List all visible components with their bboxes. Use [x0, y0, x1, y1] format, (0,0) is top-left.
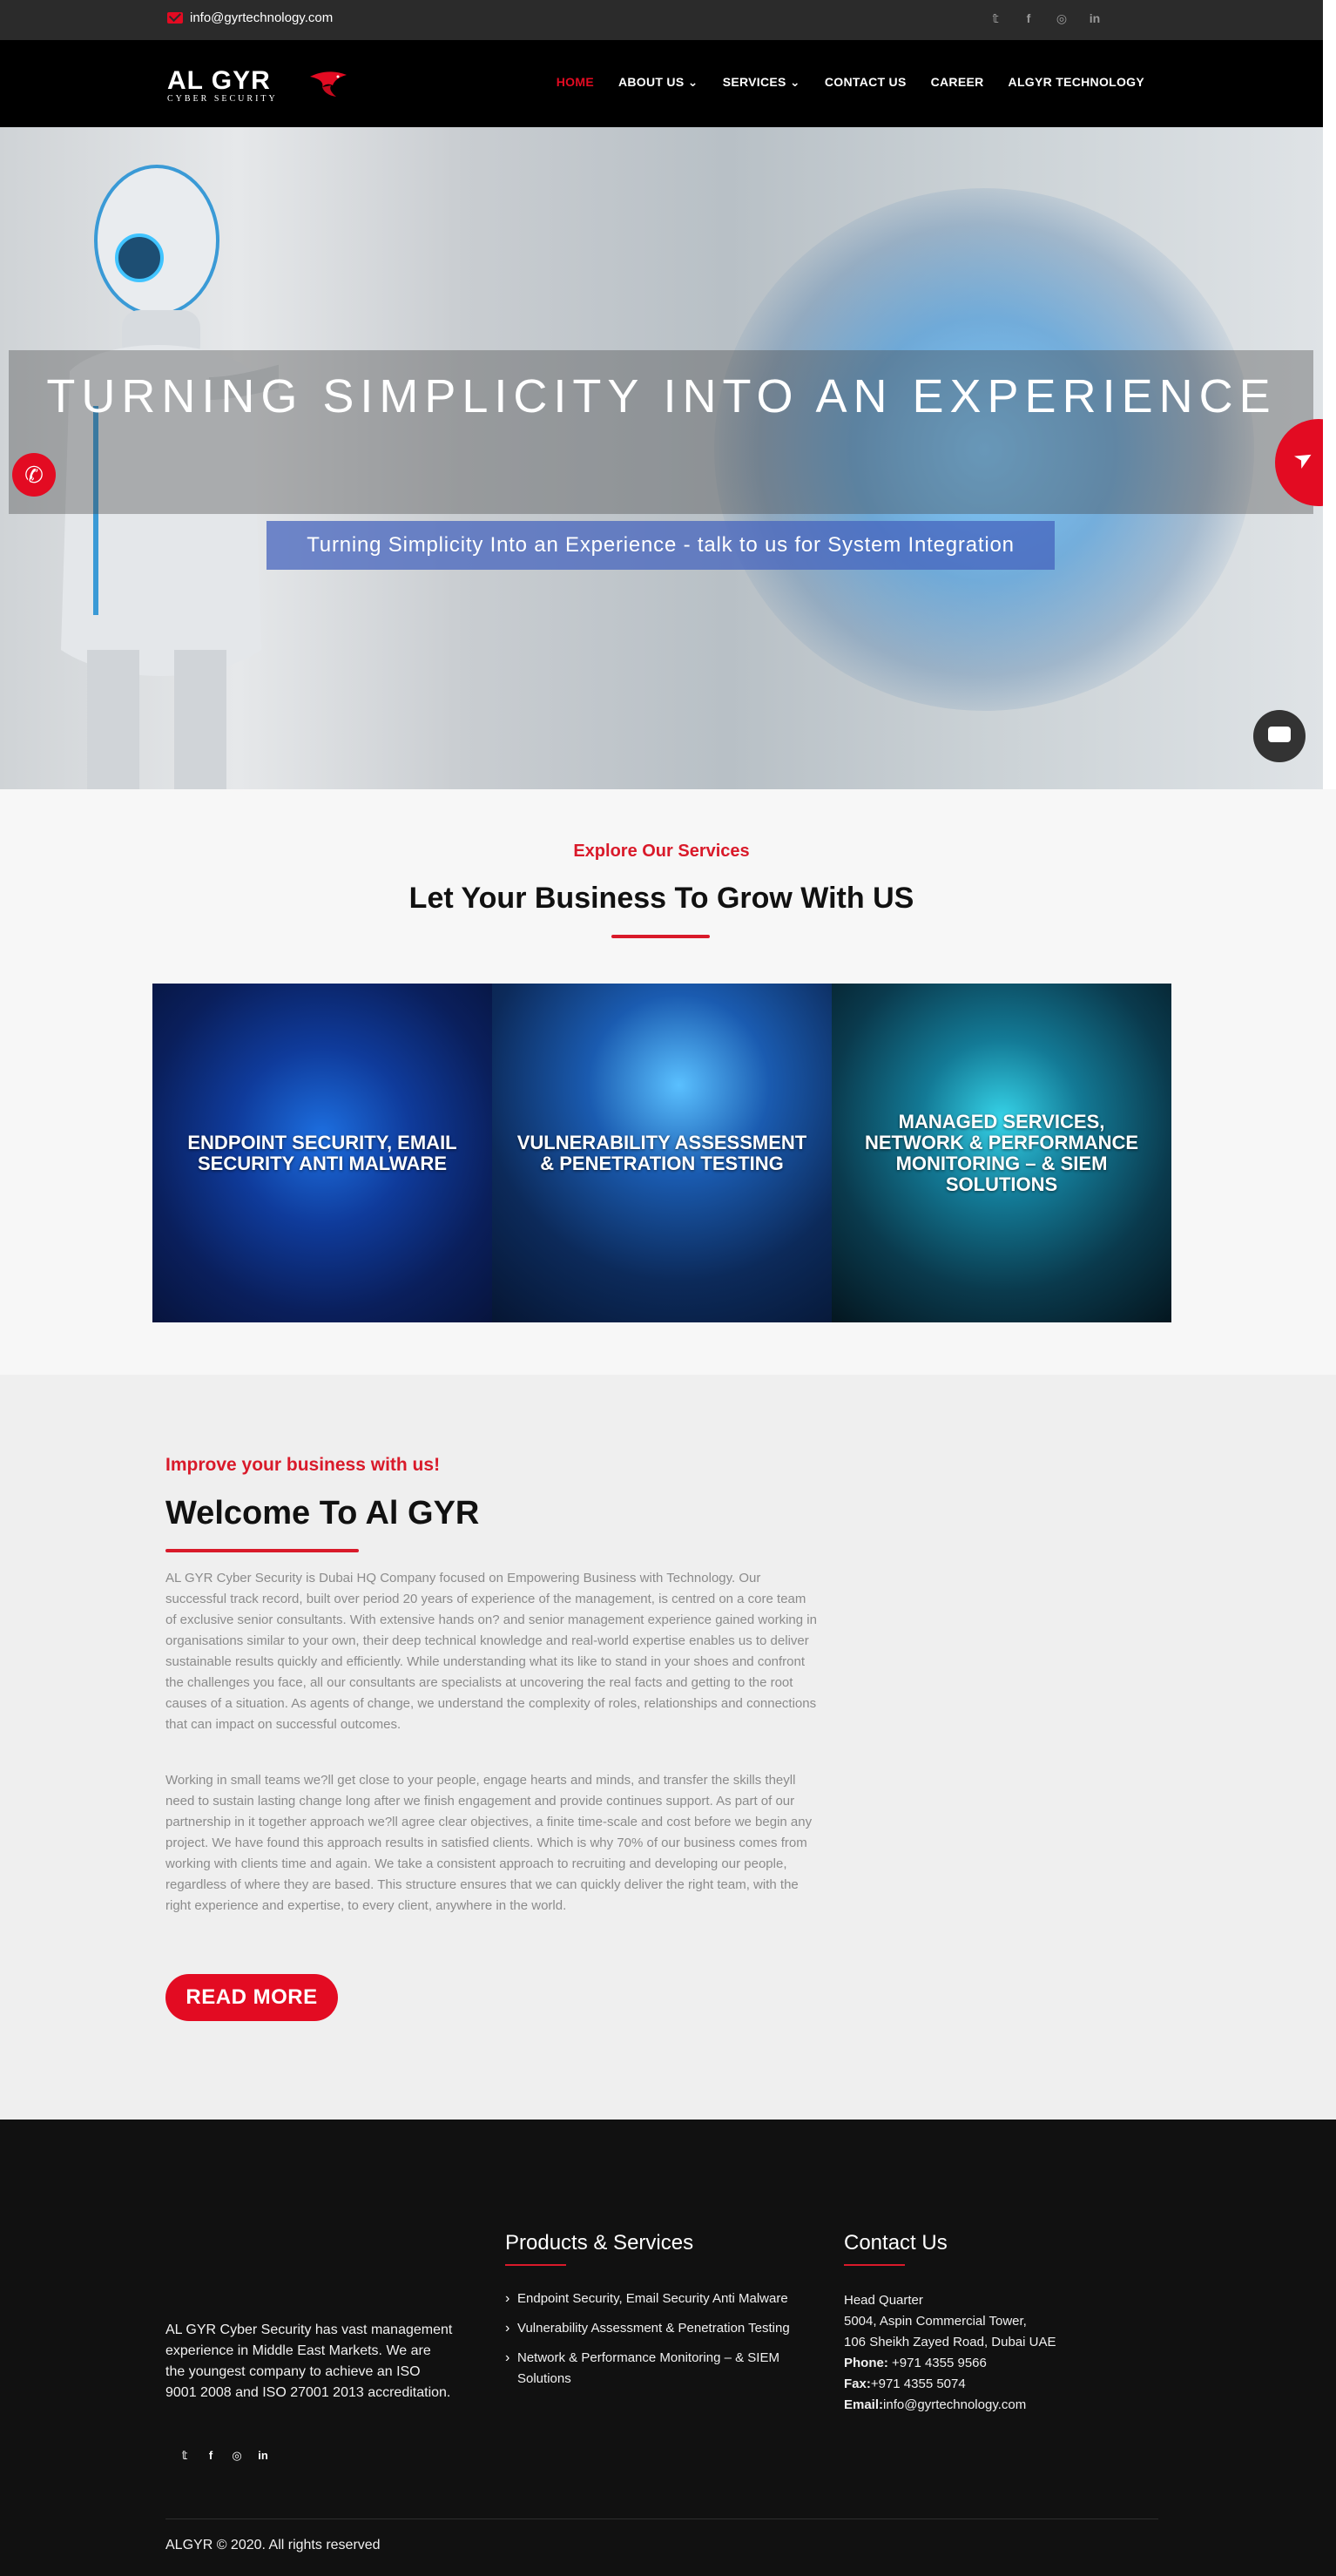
services-title-underline [611, 935, 710, 938]
footer-socials: 𝕥 f ◎ in [179, 2449, 268, 2463]
services-section: Explore Our Services Let Your Business T… [0, 789, 1336, 1375]
about-title-underline [165, 1549, 359, 1552]
service-card-vulnerability-assessment[interactable]: VULNERABILITY ASSESSMENT & PENETRATION T… [492, 984, 832, 1322]
about-paragraph-1: AL GYR Cyber Security is Dubai HQ Compan… [165, 1571, 817, 1732]
top-bar: info@gyrtechnology.com 𝕥 f ◎ in [0, 0, 1323, 40]
twitter-icon[interactable]: 𝕥 [989, 11, 1002, 26]
footer-products-list: Endpoint Security, Email Security Anti M… [505, 2289, 819, 2398]
nav-contact-us[interactable]: CONTACT US [825, 75, 907, 90]
linkedin-icon[interactable]: in [1089, 11, 1101, 26]
footer-product-link[interactable]: Vulnerability Assessment & Penetration T… [505, 2318, 819, 2339]
mail-icon [167, 12, 183, 24]
nav-career[interactable]: CAREER [931, 75, 984, 90]
footer-products-underline [505, 2264, 566, 2266]
contact-hq: Head Quarter [844, 2293, 923, 2308]
contact-address-line-2: 106 Sheikh Zayed Road, Dubai UAE [844, 2335, 1056, 2350]
main-nav: HOME ABOUT US ⌄ SERVICES ⌄ CONTACT US CA… [557, 75, 1144, 90]
nav-algyr-technology[interactable]: ALGYR TECHNOLOGY [1009, 75, 1144, 90]
service-cards: ENDPOINT SECURITY, EMAIL SECURITY ANTI M… [152, 984, 1171, 1322]
topbar-socials: 𝕥 f ◎ in [989, 11, 1101, 26]
footer-product-link[interactable]: Network & Performance Monitoring – & SIE… [505, 2348, 819, 2390]
service-card-endpoint-security[interactable]: ENDPOINT SECURITY, EMAIL SECURITY ANTI M… [152, 984, 492, 1322]
contact-email: Email:info@gyrtechnology.com [844, 2395, 1056, 2416]
nav-about-us[interactable]: ABOUT US ⌄ [618, 75, 698, 90]
logo-main-text: AL GYR [167, 66, 271, 95]
footer-product-link[interactable]: Endpoint Security, Email Security Anti M… [505, 2289, 819, 2309]
linkedin-icon[interactable]: in [258, 2449, 268, 2463]
facebook-icon[interactable]: f [1022, 11, 1035, 26]
main-header: AL GYR CYBER SECURITY HOME ABOUT US ⌄ SE… [0, 40, 1323, 127]
contact-email-label: Email: [844, 2397, 884, 2412]
about-paragraph-2: Working in small teams we?ll get close t… [165, 1773, 813, 1913]
footer-copyright: ALGYR © 2020. All rights reserved [165, 2538, 381, 2552]
footer-about-text: AL GYR Cyber Security has vast managemen… [165, 2322, 453, 2400]
about-section: Improve your business with us! Welcome T… [0, 1375, 1336, 2120]
phone-call-button[interactable] [12, 453, 56, 497]
footer-contact-details: Head Quarter 5004, Aspin Commercial Towe… [844, 2290, 1056, 2416]
contact-fax: Fax:+971 4355 5074 [844, 2374, 1056, 2395]
contact-phone-label: Phone: [844, 2356, 888, 2370]
service-card-title: VULNERABILITY ASSESSMENT & PENETRATION T… [516, 1131, 807, 1174]
nav-home[interactable]: HOME [557, 75, 594, 90]
facebook-icon[interactable]: f [206, 2449, 216, 2463]
twitter-icon[interactable]: 𝕥 [179, 2449, 190, 2463]
logo-sub-text: CYBER SECURITY [167, 94, 278, 104]
contact-phone: Phone: +971 4355 9566 [844, 2353, 1056, 2374]
footer-contact-title: Contact Us [844, 2231, 948, 2255]
about-kicker: Improve your business with us! [165, 1455, 441, 1475]
service-card-managed-services[interactable]: MANAGED SERVICES, NETWORK & PERFORMANCE … [832, 984, 1171, 1322]
contact-phone-value[interactable]: +971 4355 9566 [888, 2356, 987, 2370]
contact-fax-label: Fax: [844, 2377, 871, 2391]
footer-products-title: Products & Services [505, 2231, 694, 2255]
site-footer: AL GYR Cyber Security has vast managemen… [0, 2120, 1336, 2576]
contact-email-value[interactable]: info@gyrtechnology.com [883, 2397, 1026, 2412]
services-kicker: Explore Our Services [573, 842, 750, 861]
read-more-button[interactable]: READ MORE [165, 1974, 338, 2021]
instagram-icon[interactable]: ◎ [232, 2449, 242, 2463]
falcon-logo-icon [310, 71, 347, 97]
nav-services[interactable]: SERVICES ⌄ [723, 75, 800, 90]
chat-widget-button[interactable] [1253, 710, 1306, 762]
instagram-icon[interactable]: ◎ [1056, 11, 1068, 26]
hero-slider: TURNING SIMPLICITY INTO AN EXPERIENCE Tu… [0, 127, 1323, 789]
topbar-email-link[interactable]: info@gyrtechnology.com [167, 10, 333, 25]
service-card-title: ENDPOINT SECURITY, EMAIL SECURITY ANTI M… [187, 1131, 457, 1174]
hero-subcaption: Turning Simplicity Into an Experience - … [267, 521, 1055, 570]
about-title: Welcome To Al GYR [165, 1495, 480, 1531]
services-title: Let Your Business To Grow With US [408, 882, 914, 915]
service-card-title: MANAGED SERVICES, NETWORK & PERFORMANCE … [864, 1110, 1139, 1195]
site-logo[interactable]: AL GYR CYBER SECURITY [167, 66, 347, 104]
footer-contact-underline [844, 2264, 905, 2266]
contact-address-line-1: 5004, Aspin Commercial Tower, [844, 2314, 1027, 2329]
topbar-email-text[interactable]: info@gyrtechnology.com [190, 10, 333, 25]
hero-heading: TURNING SIMPLICITY INTO AN EXPERIENCE [46, 370, 1277, 423]
contact-fax-value: +971 4355 5074 [870, 2377, 966, 2391]
